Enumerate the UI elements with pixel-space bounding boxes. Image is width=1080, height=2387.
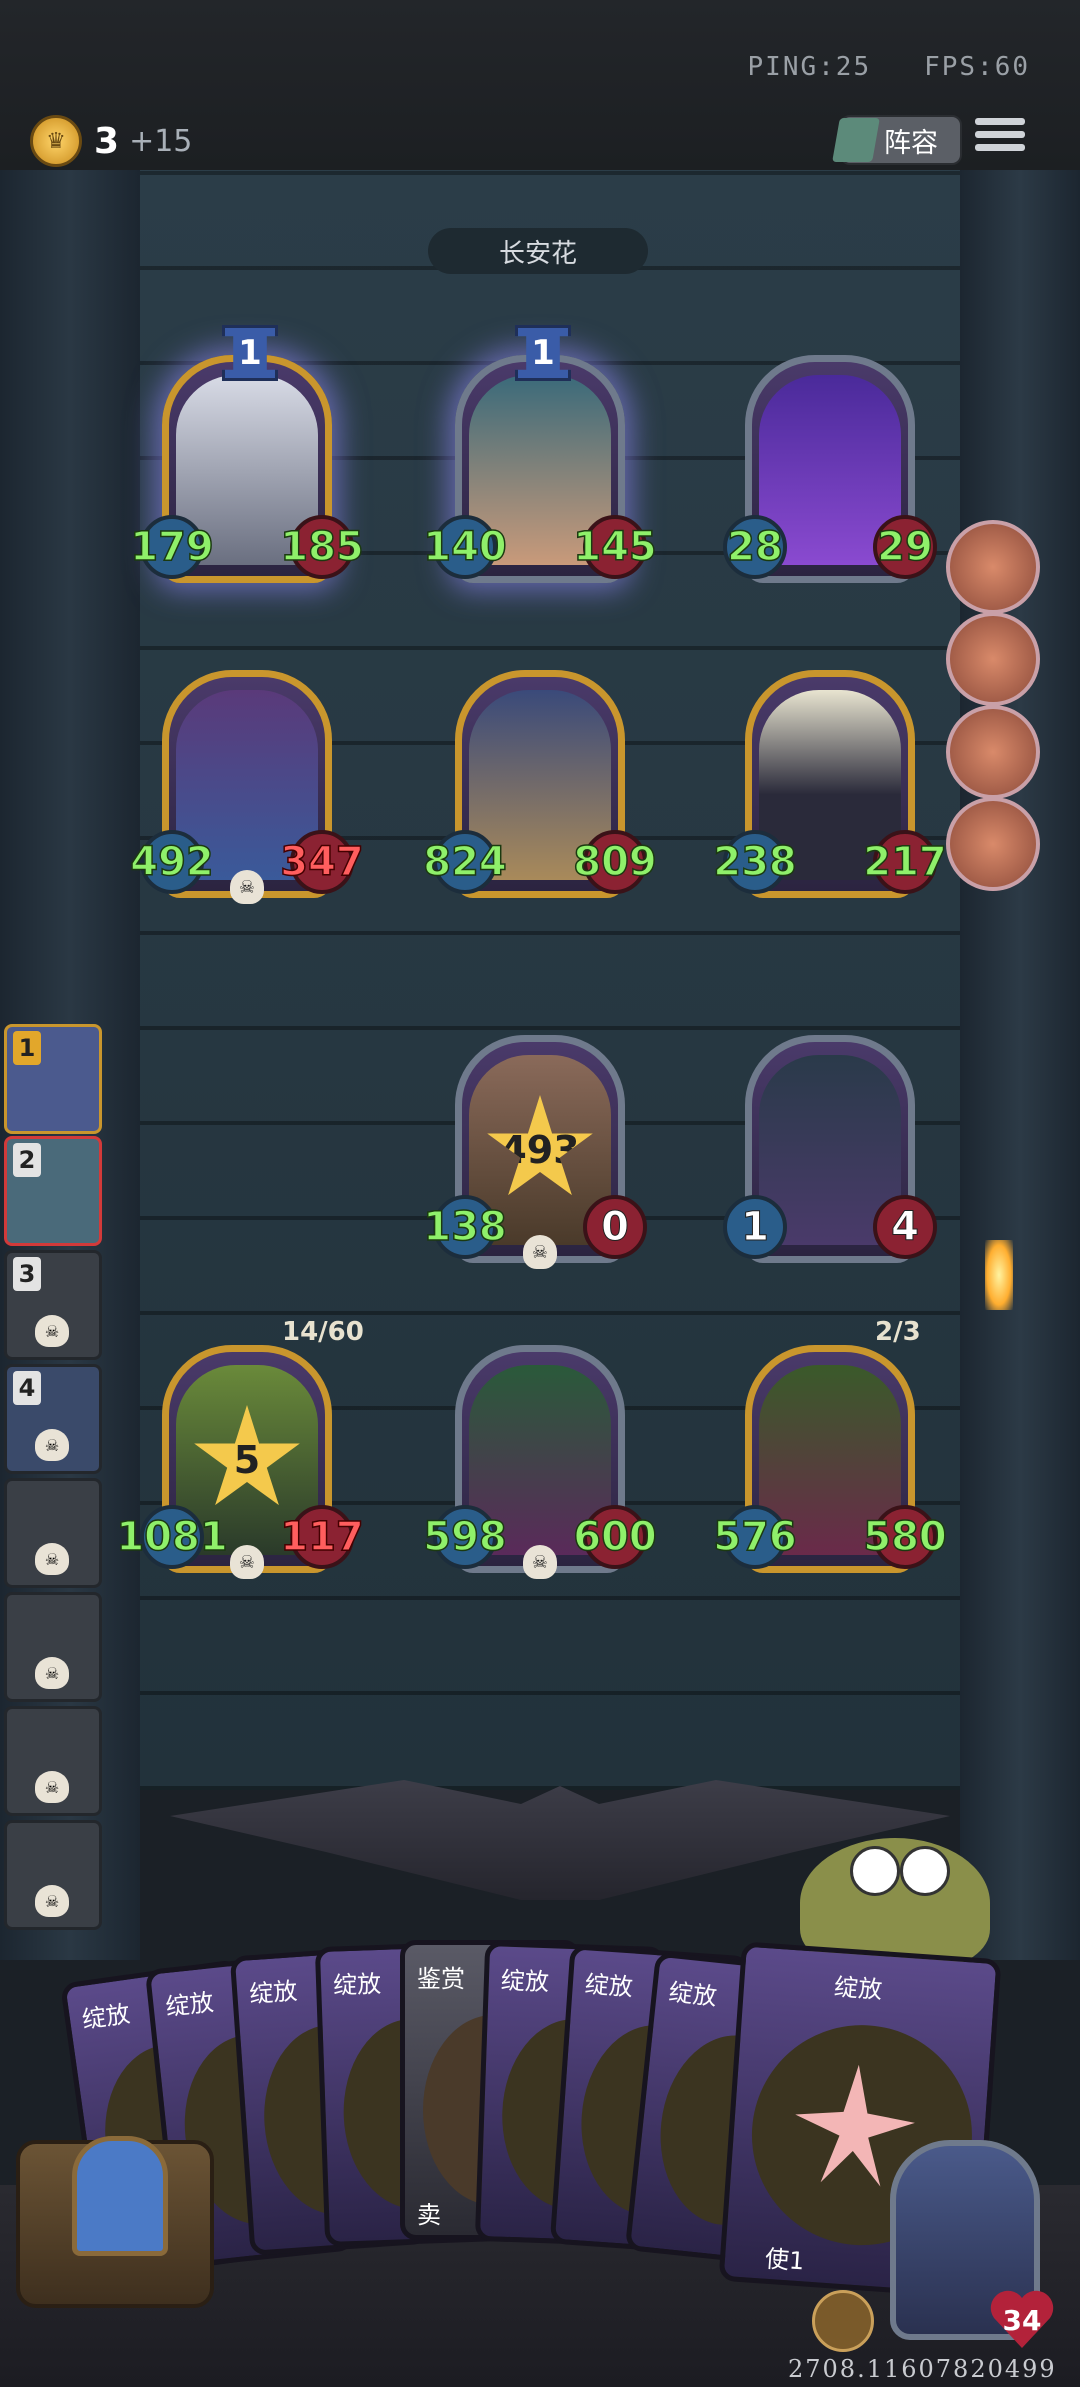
- health-stat: 600: [573, 1505, 658, 1569]
- tavern-portrait: [72, 2136, 168, 2256]
- attack-stat: 824: [423, 830, 508, 894]
- attack-stat: 28: [723, 515, 787, 579]
- rank-number: 1: [13, 1031, 41, 1065]
- torch-icon: [985, 1240, 1013, 1310]
- card-text: 卖: [417, 2201, 441, 2229]
- player-slot[interactable]: 4 ☠: [4, 1364, 102, 1474]
- player-slot[interactable]: ☠: [4, 1478, 102, 1588]
- progress-counter: 14/60: [282, 1317, 364, 1347]
- attack-stat: 576: [713, 1505, 798, 1569]
- minion-card[interactable]: 824 809: [423, 670, 658, 898]
- rank-number: 4: [13, 1371, 41, 1405]
- tavern-chest[interactable]: [16, 2136, 214, 2308]
- attack-stat: 179: [130, 515, 215, 579]
- card-title: 绽放: [164, 1988, 215, 2022]
- game-id: 2708.11607820499: [788, 2355, 1057, 2383]
- attack-stat: 140: [423, 515, 508, 579]
- skull-icon: ☠: [35, 1429, 69, 1461]
- player-list: 1 2 3 ☠ 4 ☠ ☠ ☠ ☠ ☠: [0, 1018, 108, 1938]
- attack-stat: 138: [423, 1195, 508, 1259]
- health-stat: 29: [873, 515, 937, 579]
- health-stat: 217: [863, 830, 948, 894]
- buff-icon[interactable]: [946, 612, 1040, 706]
- attack-stat: 1: [723, 1195, 787, 1259]
- card-title: 鉴赏: [417, 1965, 465, 1993]
- minion-card[interactable]: 493 138 0 ☠: [423, 1035, 647, 1269]
- lineup-button[interactable]: 阵容: [832, 115, 962, 165]
- menu-icon: [975, 118, 1025, 125]
- attack-stat: 238: [713, 830, 798, 894]
- skull-icon: ☠: [523, 1545, 557, 1579]
- card-title: 绽放: [833, 1972, 884, 2005]
- player-slot[interactable]: 1: [4, 1024, 102, 1134]
- buff-icon[interactable]: [946, 520, 1040, 614]
- minion-card[interactable]: 598 600 ☠: [423, 1345, 658, 1579]
- skull-icon: ☠: [35, 1543, 69, 1575]
- gold-coin-icon: ♛: [30, 115, 82, 167]
- minion-card[interactable]: 238 217: [713, 670, 948, 898]
- health-stat: 185: [280, 515, 365, 579]
- player-slot[interactable]: ☠: [4, 1706, 102, 1816]
- minion-card[interactable]: 492 347 ☠: [130, 670, 365, 904]
- attack-stat: 598: [423, 1505, 508, 1569]
- right-pillar: [960, 170, 1080, 1960]
- health-stat: 4: [873, 1195, 937, 1259]
- gold-count: 3: [94, 120, 120, 162]
- player-slot[interactable]: ☠: [4, 1820, 102, 1930]
- health-stat: 145: [573, 515, 658, 579]
- gold-income: +15: [129, 123, 193, 159]
- health-stat: 117: [280, 1505, 365, 1569]
- skull-icon: ☠: [35, 1657, 69, 1689]
- skull-icon: ☠: [35, 1885, 69, 1917]
- health-stat: 809: [573, 830, 658, 894]
- menu-button[interactable]: [975, 112, 1025, 162]
- player-slot[interactable]: 3 ☠: [4, 1250, 102, 1360]
- card-title: 绽放: [80, 1999, 132, 2035]
- progress-counter: 2/3: [875, 1317, 921, 1347]
- card-title: 绽放: [332, 1969, 382, 2000]
- book-icon: [832, 118, 880, 162]
- ping-label: PING:25: [747, 52, 872, 82]
- player-slot[interactable]: 2: [4, 1136, 102, 1246]
- skull-icon: ☠: [230, 1545, 264, 1579]
- hero-power-button[interactable]: [812, 2290, 874, 2352]
- skull-icon: ☠: [35, 1771, 69, 1803]
- attack-stat: 1081: [116, 1505, 228, 1569]
- minion-card[interactable]: 1 140 145: [423, 325, 658, 583]
- player-slot[interactable]: ☠: [4, 1592, 102, 1702]
- health-stat: 580: [863, 1505, 948, 1569]
- minion-card[interactable]: 1 4: [723, 1035, 937, 1263]
- card-title: 绽放: [500, 1966, 550, 1997]
- card-title: 绽放: [248, 1977, 299, 2009]
- card-title: 绽放: [667, 1978, 719, 2011]
- attack-stat: 492: [130, 830, 215, 894]
- buff-icon[interactable]: [946, 705, 1040, 799]
- health-stat: 347: [280, 830, 365, 894]
- rank-number: 3: [13, 1257, 41, 1291]
- rank-number: 2: [13, 1143, 41, 1177]
- gold-display: ♛ 3 +15: [30, 112, 192, 170]
- skull-icon: ☠: [230, 870, 264, 904]
- buff-icon[interactable]: [946, 797, 1040, 891]
- minion-card[interactable]: 14/60 5 1081 117 ☠: [116, 1317, 365, 1579]
- fps-label: FPS:60: [924, 52, 1030, 82]
- card-title: 绽放: [583, 1970, 634, 2002]
- minion-card[interactable]: 2/3 576 580: [713, 1317, 948, 1573]
- skull-icon: ☠: [523, 1235, 557, 1269]
- minion-card[interactable]: 28 29: [723, 355, 937, 583]
- card-text: 使1: [764, 2244, 806, 2276]
- health-stat: 0: [583, 1195, 647, 1259]
- lineup-label: 阵容: [884, 127, 938, 159]
- minion-card[interactable]: 1 179 185: [130, 325, 365, 583]
- skull-icon: ☠: [35, 1315, 69, 1347]
- network-stats: PING:25 FPS:60: [748, 52, 1030, 82]
- opponent-name: 长安花: [428, 228, 648, 274]
